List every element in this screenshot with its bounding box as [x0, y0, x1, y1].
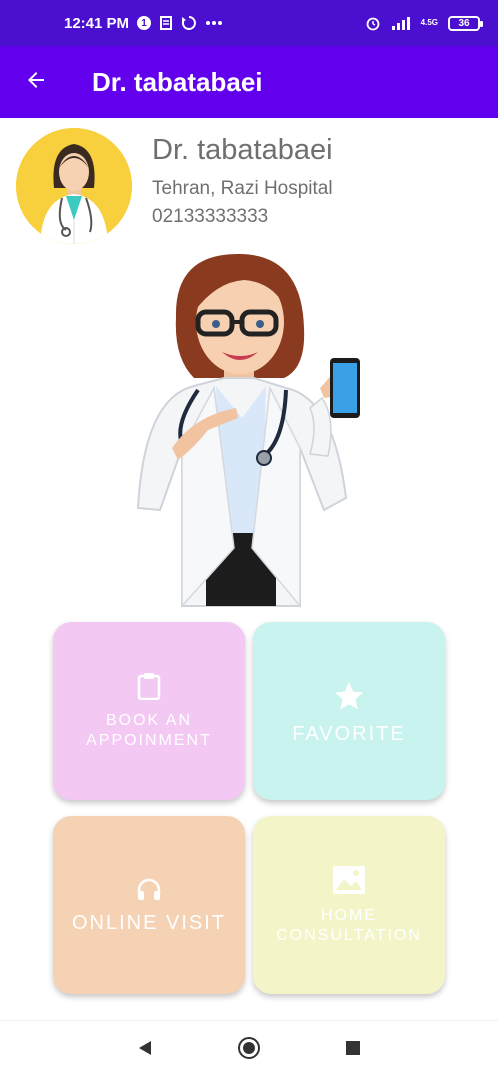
favorite-label: FAVORITE [292, 722, 406, 745]
status-time: 12:41 PM [64, 14, 130, 32]
signal-4g-icon: 4.5G [421, 19, 438, 27]
book-appointment-label-line2: APPOINMENT [86, 731, 212, 749]
app-bar: Dr. tabatabaei [0, 46, 498, 118]
battery-icon: 36 [448, 15, 483, 31]
triangle-back-icon [136, 1039, 154, 1062]
doctor-location: Tehran, Razi Hospital [152, 178, 333, 199]
nav-back-button[interactable] [133, 1039, 157, 1063]
status-bar: 12:41 PM 1 4.5G 36 [0, 0, 498, 46]
signal-icon [391, 16, 411, 30]
clipboard-icon [136, 672, 162, 705]
headset-icon [136, 878, 162, 907]
doctor-avatar [16, 128, 132, 244]
circle-home-icon [237, 1036, 261, 1065]
home-consultation-tile[interactable]: HOME CONSULTATION [253, 816, 445, 994]
image-icon [332, 865, 366, 900]
star-icon [331, 679, 367, 718]
notes-icon [159, 16, 173, 30]
system-nav-bar [0, 1020, 498, 1080]
favorite-tile[interactable]: FAVORITE [253, 622, 445, 800]
app-title: Dr. tabatabaei [92, 66, 263, 97]
home-consultation-label-line2: CONSULTATION [276, 926, 422, 944]
nav-recents-button[interactable] [341, 1039, 365, 1063]
back-button[interactable] [0, 46, 72, 118]
network-label: 4.5G [420, 18, 438, 27]
online-visit-label: ONLINE VISIT [71, 911, 227, 934]
notification-count-badge: 1 [137, 16, 152, 30]
alarm-icon [365, 15, 381, 31]
sync-icon [181, 15, 197, 31]
online-visit-tile[interactable]: ONLINE VISIT [53, 816, 245, 994]
home-consultation-label-line1: HOME [321, 906, 377, 924]
book-appointment-tile[interactable]: BOOK AN APPOINMENT [53, 622, 245, 800]
more-dots-icon [205, 20, 223, 26]
doctor-illustration [124, 248, 374, 609]
doctor-name: Dr. tabatabaei [152, 134, 333, 166]
arrow-back-icon [24, 68, 48, 97]
book-appointment-label-line1: BOOK AN [105, 711, 193, 729]
doctor-phone: 02133333333 [152, 206, 269, 227]
doctor-info: Dr. tabatabaei Tehran, Razi Hospital 021… [152, 134, 333, 244]
square-recents-icon [344, 1039, 362, 1062]
nav-home-button[interactable] [237, 1036, 261, 1065]
doctor-profile: Dr. tabatabaei Tehran, Razi Hospital 021… [16, 128, 333, 244]
